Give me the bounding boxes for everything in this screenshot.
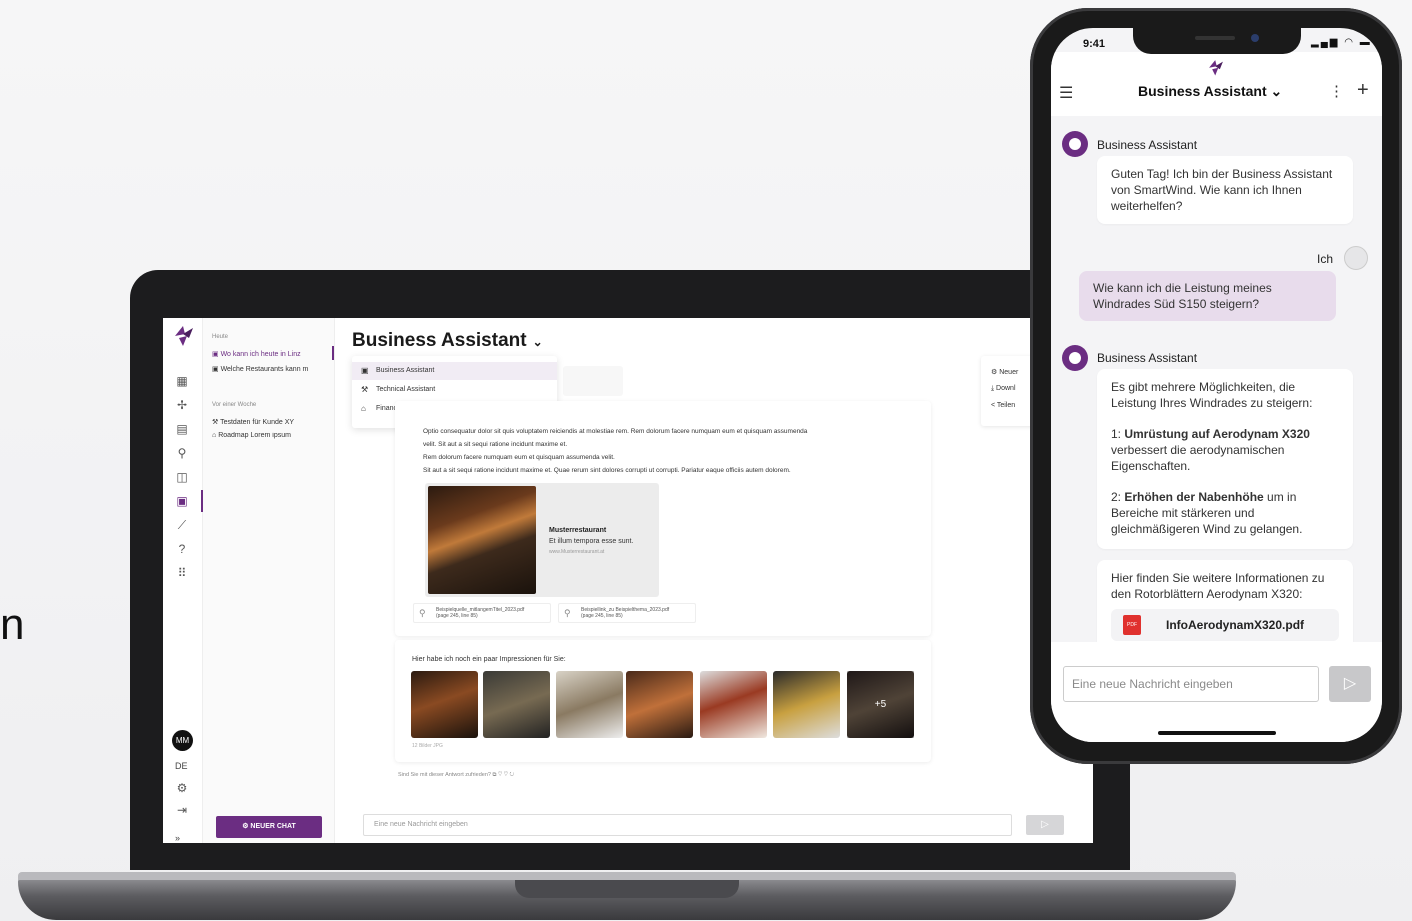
impression-thumbnail[interactable]: [626, 671, 693, 738]
basket-icon[interactable]: ◫: [175, 470, 189, 484]
assistant-selector[interactable]: Business Assistant ⌄: [1138, 83, 1282, 100]
status-icons: ▂▄▆ ◠ ▬: [1311, 37, 1372, 48]
section-today: Heute: [212, 334, 229, 340]
send-button[interactable]: ▷: [1329, 666, 1371, 702]
search-doc-icon: ⚲: [419, 608, 426, 618]
section-last-week: Vor einer Woche: [212, 402, 257, 408]
copy-icon[interactable]: ⧉: [492, 772, 496, 778]
chat-icon[interactable]: ▣: [175, 494, 189, 508]
answer-text-line: velit. Sit aut a sit sequi ratione incid…: [423, 441, 568, 448]
document-icon[interactable]: ▤: [175, 422, 189, 436]
impression-thumbnail[interactable]: [700, 671, 767, 738]
impression-thumbnail[interactable]: [773, 671, 840, 738]
menu-item-new[interactable]: ⚙ Neuer: [991, 368, 1018, 376]
impression-thumbnail[interactable]: [556, 671, 623, 738]
dropdown-option[interactable]: ⚒ Technical Assistant: [352, 381, 557, 399]
phone-footer: Eine neue Nachricht eingeben ▷: [1051, 642, 1382, 742]
laptop-screen: ▦ ✢ ▤ ⚲ ◫ ▣ ⟋ ? ⠿ MM DE ⚙ ⇥ » Heute ▣ Wo…: [163, 318, 1093, 843]
message-input[interactable]: Eine neue Nachricht eingeben: [363, 814, 1012, 836]
user-label: Ich: [1317, 252, 1334, 266]
restaurant-image: [428, 486, 536, 594]
feedback-bar: Sind Sie mit dieser Antwort zufrieden? ⧉…: [398, 772, 515, 778]
more-options-icon[interactable]: ⋮: [1329, 82, 1344, 100]
impression-thumbnail[interactable]: [483, 671, 550, 738]
analytics-icon[interactable]: ⟋: [175, 518, 189, 532]
impressions-caption: Hier habe ich noch ein paar Impressionen…: [412, 656, 566, 663]
icon-rail: ▦ ✢ ▤ ⚲ ◫ ▣ ⟋ ? ⠿ MM DE ⚙ ⇥ »: [163, 318, 203, 843]
search-doc-icon: ⚲: [564, 608, 571, 618]
wrench-icon: ⚒: [361, 385, 369, 394]
home-indicator: [1158, 731, 1276, 735]
bank-icon: ⌂: [361, 404, 366, 413]
chevron-down-icon: ⌄: [1270, 83, 1283, 99]
restaurant-link-card[interactable]: Musterrestaurant Et illum tempora esse s…: [425, 483, 659, 597]
answer-card: Optio consequatur dolor sit quis volupta…: [395, 401, 931, 636]
dashboard-icon[interactable]: ▦: [175, 374, 189, 388]
hamburger-menu-icon[interactable]: ☰: [1059, 83, 1073, 103]
briefcase-icon: ▣: [361, 366, 369, 375]
language-switch[interactable]: DE: [175, 761, 188, 771]
phone-header: ☰ Business Assistant ⌄ ⋮ +: [1051, 52, 1382, 116]
avatar[interactable]: MM: [172, 730, 193, 751]
pdf-filename: InfoAerodynamX320.pdf: [1166, 618, 1305, 632]
bot-name: Business Assistant: [1097, 351, 1198, 365]
new-chat-button[interactable]: ⚙ NEUER CHAT: [216, 816, 322, 838]
restaurant-title: Musterrestaurant: [549, 527, 607, 534]
placeholder-box: [563, 366, 623, 396]
apps-grid-icon[interactable]: ⠿: [175, 566, 189, 580]
assistant-selector[interactable]: Business Assistant ⌄: [352, 330, 543, 352]
bot-avatar: [1062, 345, 1088, 371]
history-item[interactable]: ▣ Wo kann ich heute in Linz: [212, 350, 332, 358]
help-icon[interactable]: ?: [175, 542, 189, 556]
refresh-icon[interactable]: ↻: [510, 772, 515, 778]
answer-text-line: Rem dolorum facere numquam eum et quisqu…: [423, 454, 615, 461]
bot-name: Business Assistant: [1097, 138, 1198, 152]
thumbs-up-icon[interactable]: ♡: [498, 772, 502, 778]
impression-thumbnail[interactable]: +5: [847, 671, 914, 738]
source-chip[interactable]: ⚲ Beispielquelle_mitlangemTitel_2023.pdf(…: [413, 603, 551, 623]
user-message: Wie kann ich die Leistung meines Windrad…: [1079, 271, 1336, 321]
chevron-down-icon: ⌄: [532, 335, 543, 349]
dropdown-option[interactable]: ▣ Business Assistant: [352, 362, 557, 380]
source-chip[interactable]: ⚲ Beispiellink_zu Beispielthema_2023.pdf(…: [558, 603, 696, 623]
settings-icon[interactable]: ⚙: [175, 781, 189, 795]
pdf-attachment[interactable]: PDF InfoAerodynamX320.pdf: [1111, 609, 1339, 641]
history-item[interactable]: ▣ Welche Restaurants kann m: [212, 365, 332, 373]
search-docs-icon[interactable]: ⚲: [175, 446, 189, 460]
bot-message: Guten Tag! Ich bin der Business Assistan…: [1097, 156, 1353, 224]
send-button[interactable]: ▷: [1026, 815, 1064, 835]
status-time: 9:41: [1083, 38, 1106, 50]
user-avatar: [1344, 246, 1368, 270]
bot-avatar: [1062, 131, 1088, 157]
images-meta: 12 Bilder JPG: [412, 743, 443, 749]
pdf-file-icon: PDF: [1123, 615, 1141, 635]
message-input[interactable]: Eine neue Nachricht eingeben: [1063, 666, 1319, 702]
new-chat-plus-icon[interactable]: +: [1357, 79, 1369, 102]
chat-history-sidebar: Heute ▣ Wo kann ich heute in Linz ▣ Welc…: [203, 318, 335, 843]
phone-notch: [1133, 28, 1301, 54]
restaurant-subtitle: Et illum tempora esse sunt.: [549, 538, 634, 545]
history-item[interactable]: ⌂ Roadmap Lorem ipsum: [212, 432, 332, 439]
answer-text-line: Optio consequatur dolor sit quis volupta…: [423, 428, 808, 435]
answer-text-line: Sit aut a sit sequi ratione incidunt max…: [423, 467, 791, 474]
menu-item-download[interactable]: ⤓ Downl: [991, 385, 1016, 393]
restaurant-url: www.Musterrestaurant.at: [549, 549, 605, 555]
expand-icon[interactable]: »: [175, 833, 180, 843]
history-item[interactable]: ⚒ Testdaten für Kunde XY: [212, 418, 332, 426]
phone-screen: ☰ Business Assistant ⌄ ⋮ + 9:41 ▂▄▆ ◠ ▬ …: [1051, 28, 1382, 742]
windturbine-icon[interactable]: ✢: [175, 398, 189, 412]
impressions-card: Hier habe ich noch ein paar Impressionen…: [395, 640, 931, 762]
more-images-count: +5: [847, 671, 914, 738]
bot-message: Es gibt mehrere Möglichkeiten, die Leist…: [1097, 369, 1353, 549]
smartwind-logo-icon: [175, 326, 193, 346]
thumbs-down-icon[interactable]: ♡: [504, 772, 508, 778]
cropped-text: n: [0, 600, 25, 649]
smartwind-logo-icon: [1209, 60, 1223, 76]
menu-item-share[interactable]: < Teilen: [991, 402, 1015, 409]
impression-thumbnail[interactable]: [411, 671, 478, 738]
laptop-opening-notch: [515, 880, 739, 898]
logout-icon[interactable]: ⇥: [175, 803, 189, 817]
active-history-indicator: [332, 346, 334, 360]
